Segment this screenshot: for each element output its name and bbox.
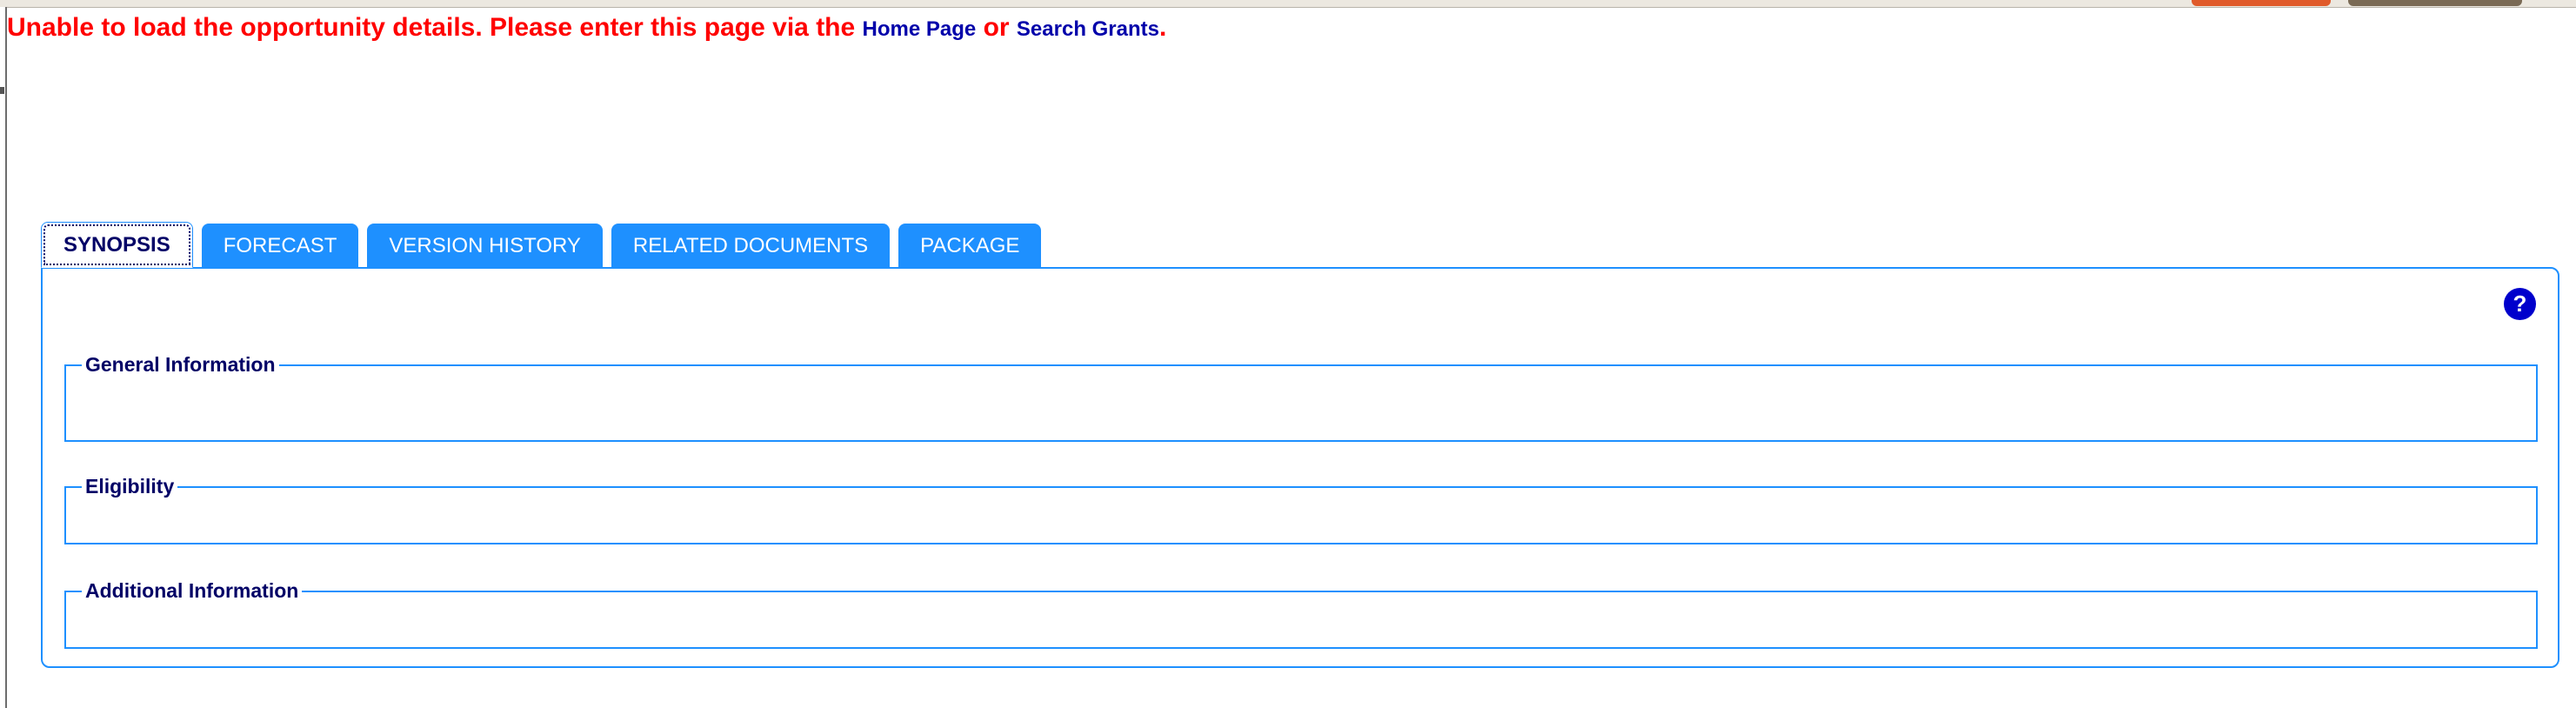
tab-forecast[interactable]: FORECAST xyxy=(201,224,359,268)
tab-related-documents[interactable]: RELATED DOCUMENTS xyxy=(611,224,891,268)
window-left-edge xyxy=(0,7,7,708)
tab-bar: SYNOPSIS FORECAST VERSION HISTORY RELATE… xyxy=(41,222,1042,268)
additional-information-legend: Additional Information xyxy=(85,579,299,602)
browser-toolbar-strip xyxy=(0,0,2576,8)
eligibility-legend: Eligibility xyxy=(85,475,175,498)
tab-version-history[interactable]: VERSION HISTORY xyxy=(367,224,603,268)
error-message-or: or xyxy=(976,13,1017,42)
error-message: Unable to load the opportunity details. … xyxy=(7,12,1166,45)
question-mark-circle-icon[interactable]: ? xyxy=(2504,288,2536,320)
synopsis-panel: ? General Information Eligibility Additi… xyxy=(41,267,2559,668)
error-message-text: Unable to load the opportunity details. … xyxy=(7,13,863,42)
tab-synopsis[interactable]: SYNOPSIS xyxy=(41,222,193,268)
toolbar-decoration xyxy=(2192,0,2331,6)
error-message-period: . xyxy=(1159,13,1167,42)
eligibility-section: Eligibility xyxy=(64,475,2538,544)
search-grants-link[interactable]: Search Grants xyxy=(1017,17,1159,41)
general-information-legend: General Information xyxy=(85,353,276,376)
home-page-link[interactable]: Home Page xyxy=(863,17,977,41)
additional-information-section: Additional Information xyxy=(64,579,2538,649)
window-edge-marker xyxy=(0,87,4,94)
toolbar-decoration xyxy=(2348,0,2522,6)
general-information-section: General Information xyxy=(64,353,2538,442)
tab-package[interactable]: PACKAGE xyxy=(898,224,1042,268)
